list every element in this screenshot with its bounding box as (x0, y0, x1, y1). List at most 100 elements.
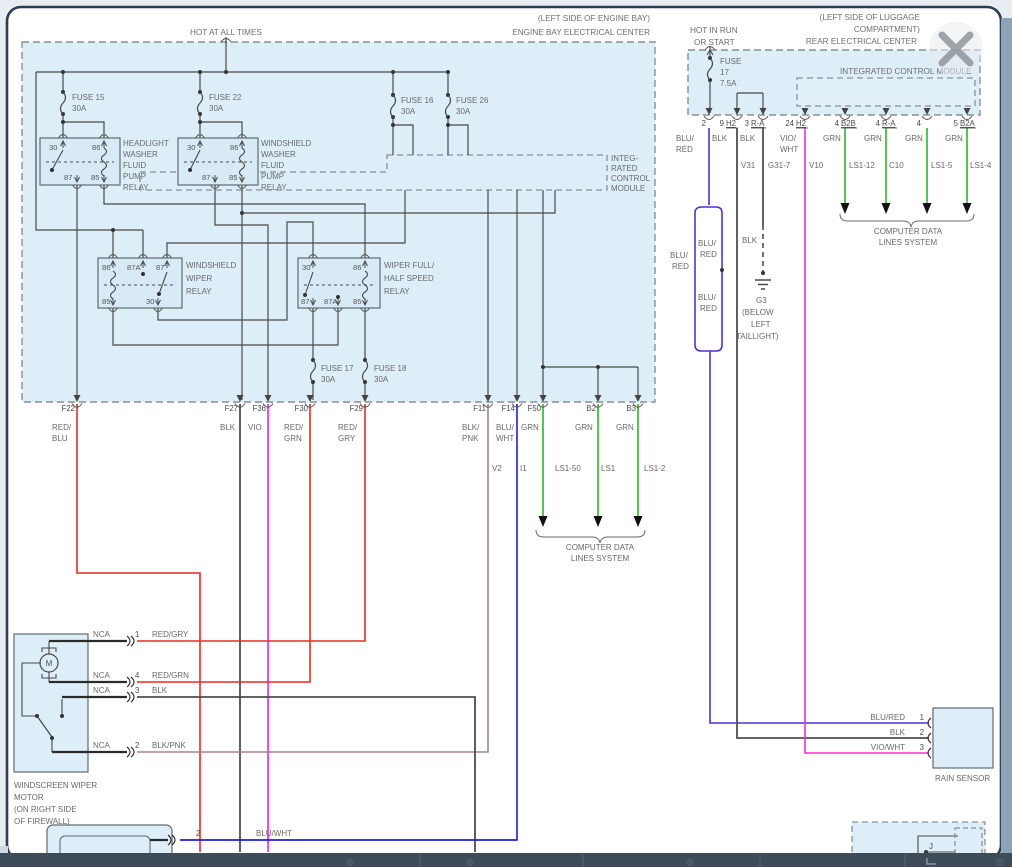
wire-color: GRN (521, 423, 539, 432)
rain-sensor-label: RAIN SENSOR (935, 774, 990, 783)
toolbar-icon-ghost[interactable] (466, 858, 474, 866)
cdls-right-label: COMPUTER DATA (874, 227, 943, 236)
junction-dot (224, 70, 228, 74)
wire-color: BLU (52, 434, 68, 443)
wire-color: RED (700, 304, 717, 313)
wire-color: GRN (945, 134, 963, 143)
pin-label: 86 (353, 263, 361, 272)
junction-dot (141, 272, 145, 276)
pin-label: 85 (353, 297, 361, 306)
hot-in-run-label-1: HOT IN RUN (690, 26, 738, 35)
toolbar-icon-ghost[interactable] (346, 858, 354, 866)
pin-id-f30: F30 (295, 404, 309, 413)
rec-location-label-1: (LEFT SIDE OF LUGGAGE (820, 13, 921, 22)
wsw-relay-label: FLUID (261, 161, 284, 170)
cdls-left-label: LINES SYSTEM (571, 554, 630, 563)
pin-label: 87 (301, 297, 309, 306)
wire-color: BLU/ (698, 293, 717, 302)
circuit-id: LS1-5 (931, 161, 953, 170)
junction-dot (720, 268, 724, 272)
motor-conn-label: NCA (93, 630, 111, 639)
wire-color: BLU/ (670, 251, 689, 260)
circuit-id: LS1-50 (555, 464, 581, 473)
wire-color: RED (676, 145, 693, 154)
hl-relay-label: PUMP (123, 172, 146, 181)
wire-color: BLK (712, 134, 728, 143)
ground-wire-color: BLK (742, 236, 758, 245)
wire-color: BLU/ (496, 423, 515, 432)
wire-color: BLU/RED (870, 713, 905, 722)
rain-pin-num: 2 (920, 728, 924, 737)
junction-dot (111, 228, 115, 232)
toolbar-icon-ghost[interactable] (686, 858, 694, 866)
hot-at-all-times-label: HOT AT ALL TIMES (190, 28, 262, 37)
diagram-canvas: (LEFT SIDE OF ENGINE BAY) ENGINE BAY ELE… (0, 0, 1012, 867)
junction-dot (61, 70, 65, 74)
close-button[interactable] (929, 22, 983, 76)
fuse18-label: FUSE 18 (374, 364, 407, 373)
circuit-id: C10 (889, 161, 904, 170)
circuit-id: V2 (492, 464, 502, 473)
pin-label: 86 (102, 263, 110, 272)
pin-label: 87A (127, 263, 141, 272)
motor-conn-label: NCA (93, 671, 111, 680)
rec-pin-conn: B2A (960, 119, 976, 128)
wire-color: WHT (780, 145, 798, 154)
pin-id-f29: F29 (350, 404, 363, 413)
wire-color: RED (672, 262, 689, 271)
junction-dot (35, 714, 39, 718)
pin-id-f50: F50 (528, 404, 542, 413)
pin-id-f14: F14 (502, 404, 516, 413)
wire-color: GRN (284, 434, 302, 443)
rec-pin-num: 4 (835, 119, 840, 128)
wire-color: BLK (740, 134, 756, 143)
cdls-right-label: LINES SYSTEM (879, 238, 938, 247)
pin-label: 30 (187, 143, 195, 152)
wire-color: BLK (152, 686, 168, 695)
hl-relay-label: FLUID (123, 161, 146, 170)
fuse17r-label: FUSE (720, 57, 741, 66)
pin-label: 85 (102, 297, 110, 306)
circuit-id: LS1 (601, 464, 616, 473)
icm-line: INTEG- (611, 154, 638, 163)
cdls-left-label: COMPUTER DATA (566, 543, 635, 552)
ww-relay-label: WIPER (186, 274, 212, 283)
fuse17r-num: 17 (720, 68, 729, 77)
pin-label: 86 (230, 143, 238, 152)
rec-pin-num: 5 (954, 119, 959, 128)
wfh-relay-label: HALF SPEED (384, 274, 434, 283)
wsw-relay-label: WASHER (261, 150, 296, 159)
wire-color: RED/ (284, 423, 304, 432)
fuse16-label: FUSE 16 (401, 96, 434, 105)
pin-label: 87 (64, 173, 72, 182)
junction-dot (391, 70, 395, 74)
wire-color: BLU/WHT (256, 829, 292, 838)
wfh-relay-label: RELAY (384, 287, 410, 296)
junction-dot (50, 168, 54, 172)
circuit-id: LS1-4 (970, 161, 992, 170)
fuse15-label: FUSE 15 (72, 93, 105, 102)
rec-pin-conn: R-A (751, 119, 765, 128)
wsw-relay-label: RELAY (261, 183, 287, 192)
ebec-location-label: (LEFT SIDE OF ENGINE BAY) (538, 14, 650, 23)
motor-conn-label: NCA (93, 741, 111, 750)
pin-id-f27: F27 (225, 404, 238, 413)
junction-dot (60, 714, 64, 718)
wire-color: BLU/ (676, 134, 695, 143)
integrated-control-module-rear (797, 78, 975, 106)
icm-line: RATED (611, 164, 638, 173)
junction-dot (391, 123, 395, 127)
motor-name: MOTOR (14, 793, 44, 802)
rain-sensor (933, 708, 993, 768)
rec-pin-num: 3 (745, 119, 749, 128)
bottom-toolbar[interactable] (0, 853, 1012, 867)
wire-color: RED/ (338, 423, 358, 432)
motor-pin-num: 2 (135, 741, 139, 750)
toolbar-icon-ghost[interactable] (996, 858, 1004, 866)
ground-location: (BELOW (742, 308, 774, 317)
wire-color: GRN (905, 134, 923, 143)
wire-color: RED/ (52, 423, 72, 432)
wire-color: RED/GRY (152, 630, 189, 639)
ground-name: G3 (756, 296, 767, 305)
fuse26-amp: 30A (456, 107, 471, 116)
